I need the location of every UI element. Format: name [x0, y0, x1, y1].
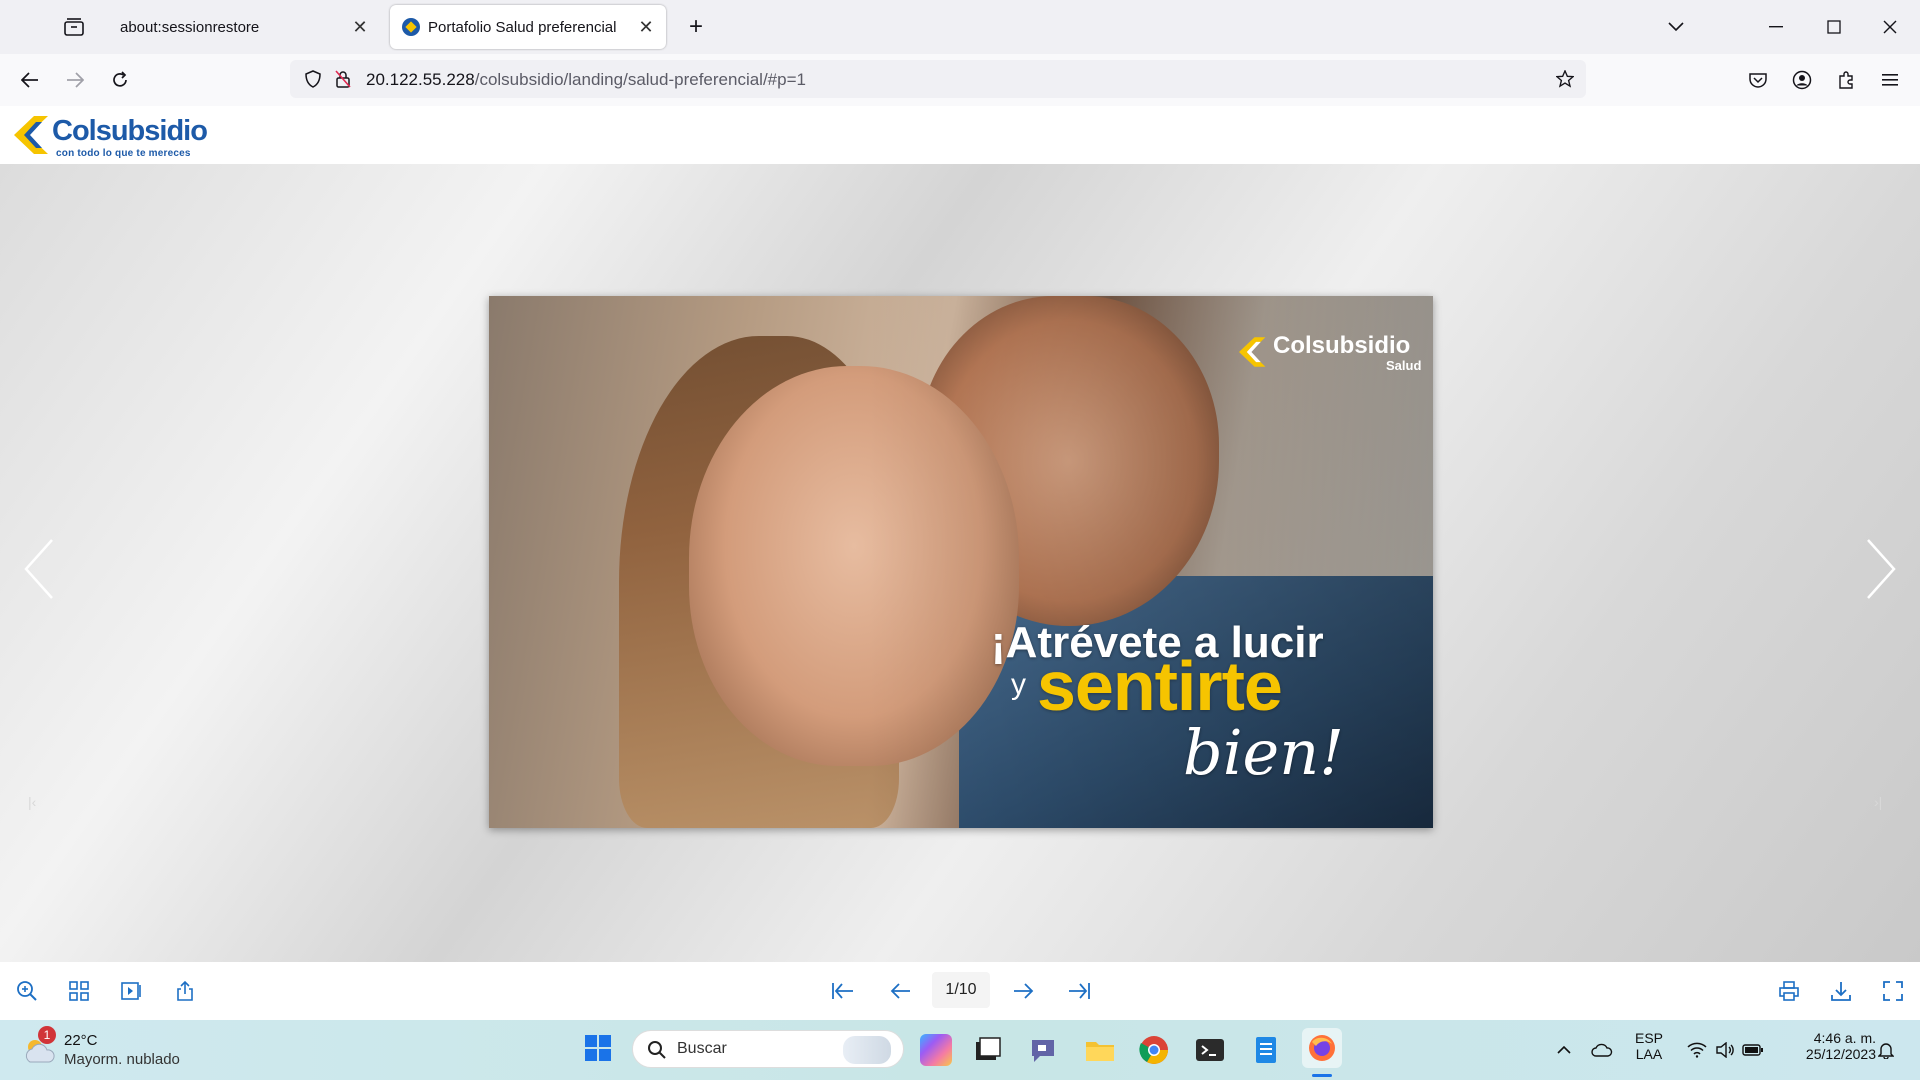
thumbnails-grid-icon[interactable] [64, 976, 94, 1006]
tab-label: about:sessionrestore [120, 18, 260, 36]
copilot-icon[interactable] [920, 1034, 952, 1066]
firefox-icon[interactable] [1302, 1028, 1342, 1068]
url-host: 20.122.55.228 [366, 70, 475, 89]
cover-headline-line2: sentirte [1037, 647, 1283, 725]
onedrive-cloud-icon[interactable] [1588, 1036, 1616, 1064]
chrome-icon[interactable] [1138, 1034, 1170, 1066]
navigation-toolbar: 20.122.55.228/colsubsidio/landing/salud-… [0, 54, 1920, 107]
cover-brand-name: Colsubsidio [1273, 332, 1411, 359]
flipbook-viewer: |‹ ›| Colsubsidio Salud ¡Atrévete a luci… [0, 164, 1920, 962]
flipbook-toolbar: 1/10 [0, 962, 1920, 1020]
next-page-arrow-icon[interactable] [1008, 976, 1038, 1006]
autoplay-icon[interactable] [116, 976, 146, 1006]
clock-date: 25/12/2023 [1805, 1046, 1876, 1062]
language-code: ESP [1634, 1030, 1663, 1046]
clock[interactable]: 4:46 a. m. 25/12/2023 [1780, 1030, 1876, 1062]
previous-page-arrow-icon[interactable] [886, 976, 916, 1006]
site-header: Colsubsidio con todo lo que te mereces [0, 106, 1920, 164]
show-hidden-icons-chevron-up-icon[interactable] [1552, 1036, 1576, 1064]
insecure-connection-lock-icon[interactable] [330, 66, 356, 92]
notepad-icon[interactable] [1250, 1034, 1282, 1066]
colsubsidio-logo-mark-icon [14, 116, 48, 154]
search-label: Buscar [677, 1040, 727, 1057]
minimize-icon[interactable] [1754, 10, 1798, 44]
colsubsidio-logo-mark-icon [1239, 337, 1266, 367]
keyboard-layout: LAA [1635, 1046, 1663, 1062]
list-all-tabs-chevron-down-icon[interactable] [1660, 12, 1692, 42]
forward-arrow-icon[interactable] [59, 64, 91, 96]
windows-taskbar: 1 22°C Mayorm. nublado Buscar ESP LAA 4:… [0, 1020, 1920, 1080]
start-button-windows-icon[interactable] [584, 1034, 616, 1066]
first-page-faint-icon[interactable]: |‹ [28, 794, 46, 812]
cover-headline-line3: bien! [1183, 716, 1345, 789]
tab-bar: about:sessionrestore ✕ Portafolio Salud … [0, 0, 1920, 54]
close-tab-icon[interactable]: ✕ [348, 17, 372, 38]
hamburger-menu-icon[interactable] [1874, 64, 1906, 96]
maximize-icon[interactable] [1812, 10, 1856, 44]
tab-label: Portafolio Salud preferencial [428, 18, 617, 36]
url-text[interactable]: 20.122.55.228/colsubsidio/landing/salud-… [366, 70, 806, 90]
terminal-icon[interactable] [1194, 1034, 1226, 1066]
weather-alert-badge: 1 [38, 1026, 56, 1044]
logo-wordmark: Colsubsidio [52, 115, 208, 147]
back-arrow-icon[interactable] [14, 64, 46, 96]
zoom-in-icon[interactable] [12, 976, 42, 1006]
cover-brand-sub: Salud [1386, 358, 1422, 373]
pocket-icon[interactable] [1742, 64, 1774, 96]
cover-headline-y: y [1011, 668, 1026, 701]
fullscreen-icon[interactable] [1878, 976, 1908, 1006]
download-icon[interactable] [1826, 976, 1856, 1006]
close-window-icon[interactable] [1868, 10, 1912, 44]
tab-portafolio[interactable]: Portafolio Salud preferencial ✕ [390, 5, 666, 49]
search-icon [648, 1041, 666, 1059]
task-view-icon[interactable] [972, 1034, 1004, 1066]
search-highlight-reindeer-icon [843, 1036, 891, 1064]
last-page-faint-icon[interactable]: ›| [1874, 794, 1892, 812]
previous-page-chevron-left-icon[interactable] [20, 534, 60, 604]
colsubsidio-favicon-icon [402, 18, 420, 36]
firefox-view-icon[interactable] [58, 12, 90, 42]
firefox-active-indicator [1312, 1074, 1332, 1077]
last-page-icon[interactable] [1064, 976, 1094, 1006]
battery-charging-icon[interactable] [1740, 1036, 1766, 1064]
tracking-protection-shield-icon[interactable] [300, 66, 326, 92]
clock-time: 4:46 a. m. [1813, 1030, 1876, 1046]
url-path: /colsubsidio/landing/salud-preferencial/… [474, 70, 806, 89]
page-indicator[interactable]: 1/10 [932, 972, 990, 1008]
colsubsidio-logo[interactable]: Colsubsidio con todo lo que te mereces [14, 114, 214, 160]
volume-speaker-icon[interactable] [1712, 1036, 1738, 1064]
file-explorer-folder-icon[interactable] [1084, 1034, 1116, 1066]
account-icon[interactable] [1786, 64, 1818, 96]
reload-icon[interactable] [104, 64, 136, 96]
extensions-puzzle-icon[interactable] [1830, 64, 1862, 96]
first-page-icon[interactable] [828, 976, 858, 1006]
print-icon[interactable] [1774, 976, 1804, 1006]
weather-widget[interactable]: 1 22°C Mayorm. nublado [20, 1026, 200, 1074]
close-tab-icon[interactable]: ✕ [634, 17, 658, 38]
next-page-chevron-right-icon[interactable] [1860, 534, 1900, 604]
share-icon[interactable] [170, 976, 200, 1006]
weather-temperature: 22°C [64, 1032, 98, 1049]
tab-session-restore[interactable]: about:sessionrestore ✕ [106, 5, 380, 49]
logo-tagline: con todo lo que te mereces [56, 148, 191, 159]
notifications-bell-icon[interactable] [1872, 1036, 1900, 1064]
teams-chat-icon[interactable] [1028, 1034, 1060, 1066]
bookmark-star-icon[interactable] [1552, 66, 1578, 92]
flipbook-page[interactable]: Colsubsidio Salud ¡Atrévete a lucir y se… [489, 296, 1433, 828]
wifi-icon[interactable] [1684, 1036, 1710, 1064]
language-indicator[interactable]: ESP LAA [1624, 1030, 1674, 1062]
taskbar-search-box[interactable]: Buscar [632, 1030, 904, 1068]
weather-description: Mayorm. nublado [64, 1051, 180, 1068]
new-tab-icon[interactable]: + [680, 12, 712, 42]
url-bar[interactable]: 20.122.55.228/colsubsidio/landing/salud-… [290, 60, 1586, 98]
